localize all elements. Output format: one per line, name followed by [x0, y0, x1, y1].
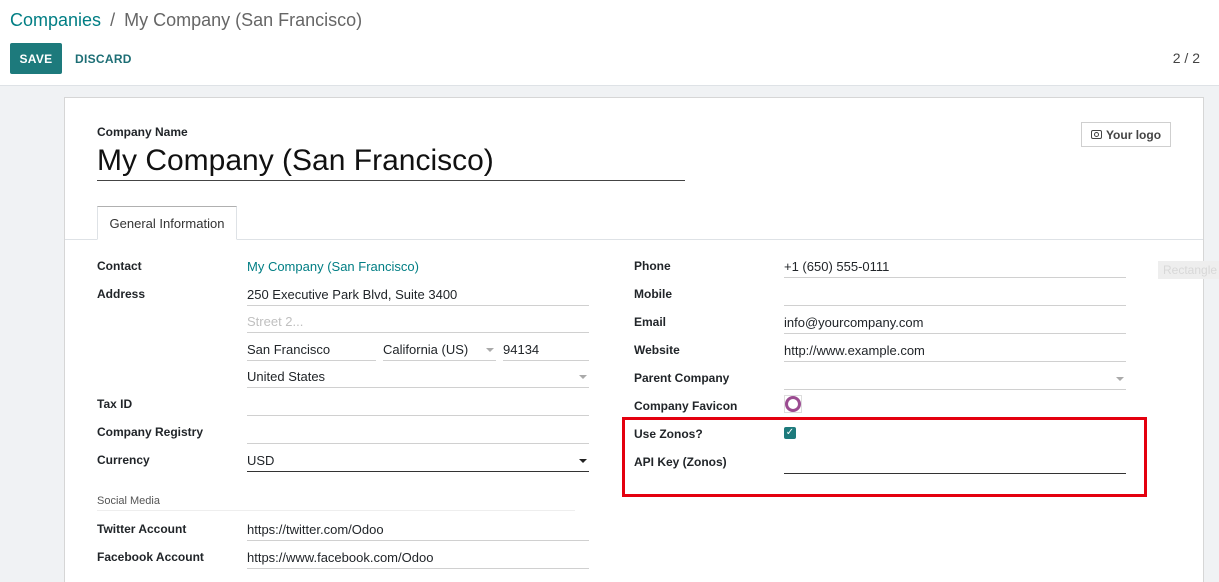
street-input[interactable]: 250 Executive Park Blvd, Suite 3400 [247, 284, 589, 306]
highlight-rectangle [622, 417, 1147, 497]
chevron-down-icon [1116, 377, 1124, 381]
company-favicon-label: Company Favicon [634, 399, 738, 413]
upload-logo-label: Your logo [1105, 127, 1162, 142]
mobile-label: Mobile [634, 287, 672, 301]
contact-label: Contact [97, 259, 142, 273]
phone-label: Phone [634, 259, 671, 273]
breadcrumb-companies-link[interactable]: Companies [10, 10, 101, 30]
save-button[interactable]: SAVE [10, 43, 62, 74]
mobile-input[interactable] [784, 284, 1126, 306]
breadcrumb-separator: / [110, 10, 116, 30]
state-select[interactable]: California (US) [383, 339, 496, 361]
phone-input[interactable]: +1 (650) 555-0111 [784, 256, 1126, 278]
parent-company-label: Parent Company [634, 371, 730, 385]
control-panel: Companies / My Company (San Francisco) S… [0, 0, 1219, 86]
company-name-label: Company Name [97, 125, 188, 139]
twitter-label: Twitter Account [97, 522, 187, 536]
contact-link[interactable]: My Company (San Francisco) [247, 256, 589, 278]
breadcrumb-current: My Company (San Francisco) [124, 10, 363, 30]
rectangle-annotation-label: Rectangle [1158, 261, 1219, 279]
upload-logo-button[interactable]: Your logo [1081, 122, 1171, 147]
discard-button[interactable]: DISCARD [75, 52, 132, 66]
social-media-section-title: Social Media [97, 495, 160, 507]
company-registry-input[interactable] [247, 422, 589, 444]
currency-select[interactable]: USD [247, 450, 589, 472]
facebook-input[interactable]: https://www.facebook.com/Odoo [247, 547, 589, 569]
currency-value: USD [247, 453, 275, 468]
tax-id-input[interactable] [247, 394, 589, 416]
chevron-down-icon [579, 375, 587, 379]
currency-label: Currency [97, 453, 150, 467]
website-label: Website [634, 343, 680, 357]
favicon-image[interactable] [784, 395, 802, 413]
tab-general-information[interactable]: General Information [97, 206, 237, 240]
social-media-divider [97, 510, 575, 511]
company-name-input[interactable]: My Company (San Francisco) [97, 141, 685, 181]
email-label: Email [634, 315, 667, 329]
street2-input[interactable]: Street 2... [247, 311, 589, 333]
company-registry-label: Company Registry [97, 425, 204, 439]
facebook-label: Facebook Account [97, 550, 204, 564]
twitter-input[interactable]: https://twitter.com/Odoo [247, 519, 589, 541]
camera-icon [1090, 130, 1102, 139]
state-value: California (US) [383, 342, 469, 357]
email-input[interactable]: info@yourcompany.com [784, 312, 1126, 334]
city-input[interactable]: San Francisco [247, 339, 376, 361]
chevron-down-icon [486, 348, 494, 352]
address-label: Address [97, 287, 146, 301]
parent-company-select[interactable] [784, 368, 1126, 390]
breadcrumb: Companies / My Company (San Francisco) [10, 10, 362, 31]
country-select[interactable]: United States [247, 366, 589, 388]
pager[interactable]: 2 / 2 [1173, 50, 1200, 66]
country-value: United States [247, 369, 326, 384]
tax-id-label: Tax ID [97, 397, 133, 411]
zip-input[interactable]: 94134 [503, 339, 589, 361]
website-input[interactable]: http://www.example.com [784, 340, 1126, 362]
chevron-down-icon [579, 459, 587, 463]
